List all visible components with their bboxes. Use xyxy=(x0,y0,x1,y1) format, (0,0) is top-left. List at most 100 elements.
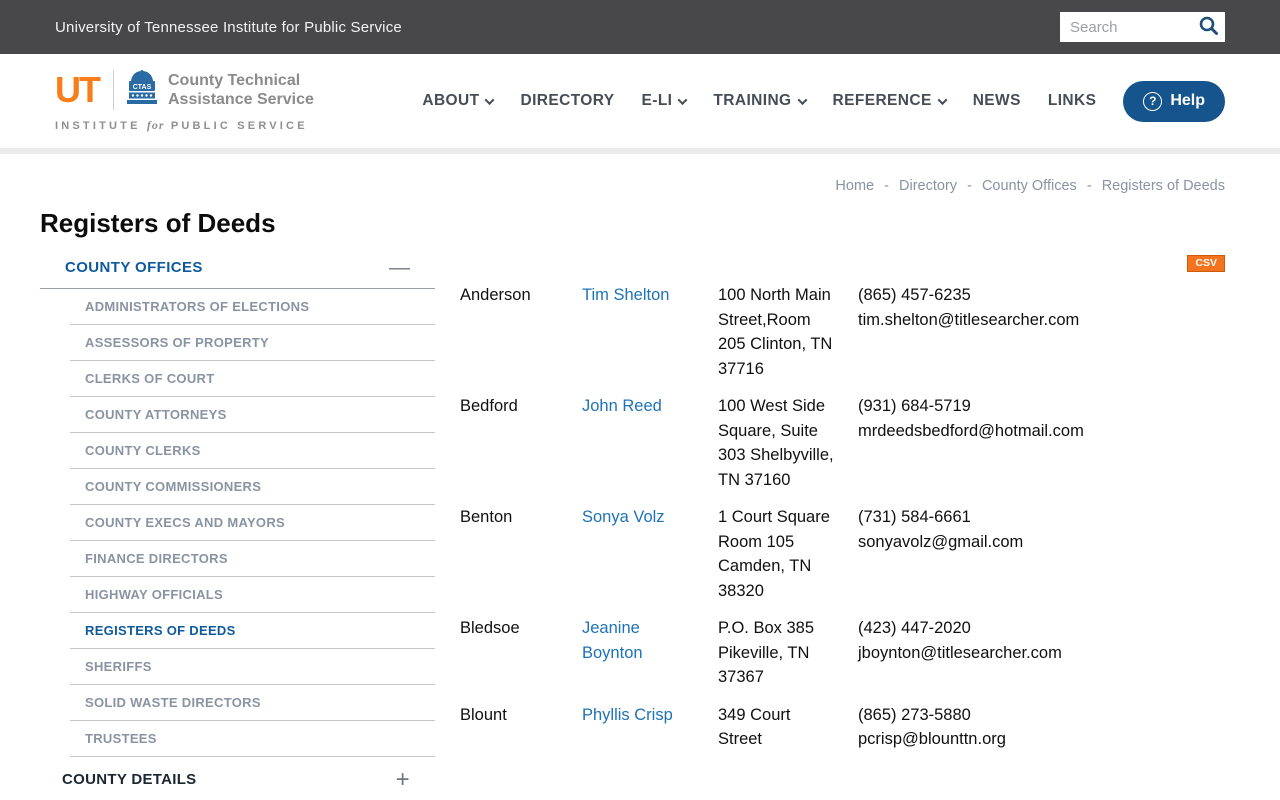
contact-cell: (423) 447-2020 jboynton@titlesearcher.co… xyxy=(858,616,1225,690)
chevron-down-icon xyxy=(677,94,688,105)
search-box[interactable] xyxy=(1060,12,1225,42)
sidebar-item-registers-of-deeds[interactable]: REGISTERS OF DEEDS xyxy=(70,613,435,649)
chevron-down-icon xyxy=(797,94,807,105)
register-name-link[interactable]: Jeanine Boynton xyxy=(582,616,692,665)
county-cell: Bledsoe xyxy=(460,619,520,637)
sidebar-item-finance-directors[interactable]: FINANCE DIRECTORS xyxy=(70,541,435,577)
table-row: Bledsoe Jeanine Boynton P.O. Box 385 Pik… xyxy=(460,616,1225,690)
top-utility-bar: University of Tennessee Institute for Pu… xyxy=(0,0,1280,54)
sidebar-section-county-offices[interactable]: COUNTY OFFICES — xyxy=(40,253,435,289)
name-cell: John Reed xyxy=(582,394,718,492)
email-text: jboynton@titlesearcher.com xyxy=(858,643,1062,662)
org-name: County Technical Assistance Service xyxy=(168,72,314,108)
contact-cell: (731) 584-6661 sonyavolz@gmail.com xyxy=(858,505,1225,603)
breadcrumb-county-offices[interactable]: County Offices xyxy=(982,178,1077,194)
sidebar-section-title: COUNTY OFFICES xyxy=(65,259,203,276)
county-cell: Anderson xyxy=(460,286,531,304)
county-cell: Bedford xyxy=(460,397,518,415)
sidebar-item-sheriffs[interactable]: SHERIFFS xyxy=(70,649,435,685)
sidebar: COUNTY OFFICES — ADMINISTRATORS OF ELECT… xyxy=(40,253,435,791)
logo-top-row: UT CTAS County Technical Assistance Serv xyxy=(55,69,314,111)
breadcrumb: Home - Directory - County Offices - Regi… xyxy=(40,178,1225,194)
chevron-down-icon xyxy=(485,94,495,105)
site-header: UT CTAS County Technical Assistance Serv xyxy=(0,54,1280,148)
phone-text: (931) 684-5719 xyxy=(858,397,971,415)
email-text: mrdeedsbedford@hotmail.com xyxy=(858,421,1084,440)
email-text: tim.shelton@titlesearcher.com xyxy=(858,310,1080,329)
search-input[interactable] xyxy=(1060,18,1196,36)
email-text: sonyavolz@gmail.com xyxy=(858,532,1024,551)
name-cell: Jeanine Boynton xyxy=(582,616,718,690)
register-name-link[interactable]: Tim Shelton xyxy=(582,283,669,308)
export-row: CSV xyxy=(460,253,1225,275)
contact-cell: (865) 273-5880 pcrisp@blounttn.org xyxy=(858,703,1225,752)
name-cell: Sonya Volz xyxy=(582,505,718,603)
nav-e-li[interactable]: E-LI xyxy=(642,92,688,110)
nav-links[interactable]: LINKS xyxy=(1048,92,1097,110)
main-nav: ABOUT DIRECTORY E-LI TRAINING REFERENCE … xyxy=(422,80,1225,122)
table-row: Anderson Tim Shelton 100 North Main Stre… xyxy=(460,283,1225,381)
register-name-link[interactable]: Sonya Volz xyxy=(582,505,665,530)
breadcrumb-separator: - xyxy=(1086,178,1092,194)
county-cell: Benton xyxy=(460,508,513,526)
phone-text: (865) 273-5880 xyxy=(858,705,971,724)
collapse-minus-icon[interactable]: — xyxy=(389,257,410,278)
breadcrumb-directory[interactable]: Directory xyxy=(899,178,957,194)
sidebar-details-title: COUNTY DETAILS xyxy=(62,771,197,788)
sidebar-item-trustees[interactable]: TRUSTEES xyxy=(70,721,435,757)
contact-cell: (931) 684-5719 mrdeedsbedford@hotmail.co… xyxy=(858,394,1225,492)
breadcrumb-separator: - xyxy=(884,178,889,194)
address-cell: 100 North Main Street,Room 205 Clinton, … xyxy=(718,286,833,378)
sidebar-item-solid-waste-directors[interactable]: SOLID WASTE DIRECTORS xyxy=(70,685,435,721)
name-cell: Phyllis Crisp xyxy=(582,703,718,752)
page-title: Registers of Deeds xyxy=(40,208,276,238)
phone-text: (865) 457-6235 xyxy=(858,286,971,304)
registers-table: CSV Anderson Tim Shelton 100 North Main … xyxy=(460,253,1225,765)
logo-divider xyxy=(113,70,114,110)
name-cell: Tim Shelton xyxy=(582,283,718,381)
nav-training[interactable]: TRAINING xyxy=(713,92,807,110)
contact-cell: (865) 457-6235 tim.shelton@titlesearcher… xyxy=(858,283,1225,381)
institute-tagline: INSTITUTE for PUBLIC SERVICE xyxy=(55,117,308,132)
ctas-logo[interactable]: UT CTAS County Technical Assistance Serv xyxy=(55,69,314,133)
breadcrumb-home[interactable]: Home xyxy=(835,178,874,194)
address-cell: 349 Court Street xyxy=(718,705,791,749)
expand-plus-icon[interactable]: + xyxy=(396,767,410,791)
table-row: Blount Phyllis Crisp 349 Court Street (8… xyxy=(460,703,1225,752)
help-button[interactable]: ? Help xyxy=(1123,80,1225,122)
phone-text: (423) 447-2020 xyxy=(858,619,971,637)
nav-directory[interactable]: DIRECTORY xyxy=(520,92,614,110)
sidebar-item-assessors-of-property[interactable]: ASSESSORS OF PROPERTY xyxy=(70,325,435,361)
search-icon xyxy=(1198,15,1219,39)
nav-about[interactable]: ABOUT xyxy=(422,92,495,110)
svg-text:CTAS: CTAS xyxy=(133,84,152,91)
sidebar-list: ADMINISTRATORS OF ELECTIONS ASSESSORS OF… xyxy=(40,289,435,757)
sidebar-section-county-details[interactable]: COUNTY DETAILS + xyxy=(40,757,435,791)
sidebar-item-clerks-of-court[interactable]: CLERKS OF COURT xyxy=(70,361,435,397)
sidebar-item-highway-officials[interactable]: HIGHWAY OFFICIALS xyxy=(70,577,435,613)
nav-reference[interactable]: REFERENCE xyxy=(833,92,948,110)
phone-text: (731) 584-6661 xyxy=(858,508,971,526)
help-icon: ? xyxy=(1143,91,1163,111)
table-row: Bedford John Reed 100 West Side Square, … xyxy=(460,394,1225,492)
sidebar-item-county-commissioners[interactable]: COUNTY COMMISSIONERS xyxy=(70,469,435,505)
table-row: Benton Sonya Volz 1 Court Square Room 10… xyxy=(460,505,1225,603)
register-name-link[interactable]: Phyllis Crisp xyxy=(582,703,673,728)
address-cell: P.O. Box 385 Pikeville, TN 37367 xyxy=(718,619,815,686)
system-title: University of Tennessee Institute for Pu… xyxy=(55,18,402,36)
sidebar-item-county-clerks[interactable]: COUNTY CLERKS xyxy=(70,433,435,469)
address-cell: 1 Court Square Room 105 Camden, TN 38320 xyxy=(718,508,830,600)
header-divider xyxy=(0,148,1280,154)
nav-news[interactable]: NEWS xyxy=(973,92,1021,110)
ut-logo: UT xyxy=(55,69,101,110)
csv-export-button[interactable]: CSV xyxy=(1187,255,1225,272)
capitol-icon: CTAS xyxy=(126,69,158,111)
sidebar-item-county-attorneys[interactable]: COUNTY ATTORNEYS xyxy=(70,397,435,433)
search-button[interactable] xyxy=(1196,15,1225,39)
sidebar-item-administrators-of-elections[interactable]: ADMINISTRATORS OF ELECTIONS xyxy=(70,289,435,325)
sidebar-item-county-execs-and-mayors[interactable]: COUNTY EXECS AND MAYORS xyxy=(70,505,435,541)
register-name-link[interactable]: John Reed xyxy=(582,394,662,419)
email-text: pcrisp@blounttn.org xyxy=(858,730,1006,748)
chevron-down-icon xyxy=(937,94,948,105)
breadcrumb-registers-of-deeds[interactable]: Registers of Deeds xyxy=(1102,178,1225,194)
